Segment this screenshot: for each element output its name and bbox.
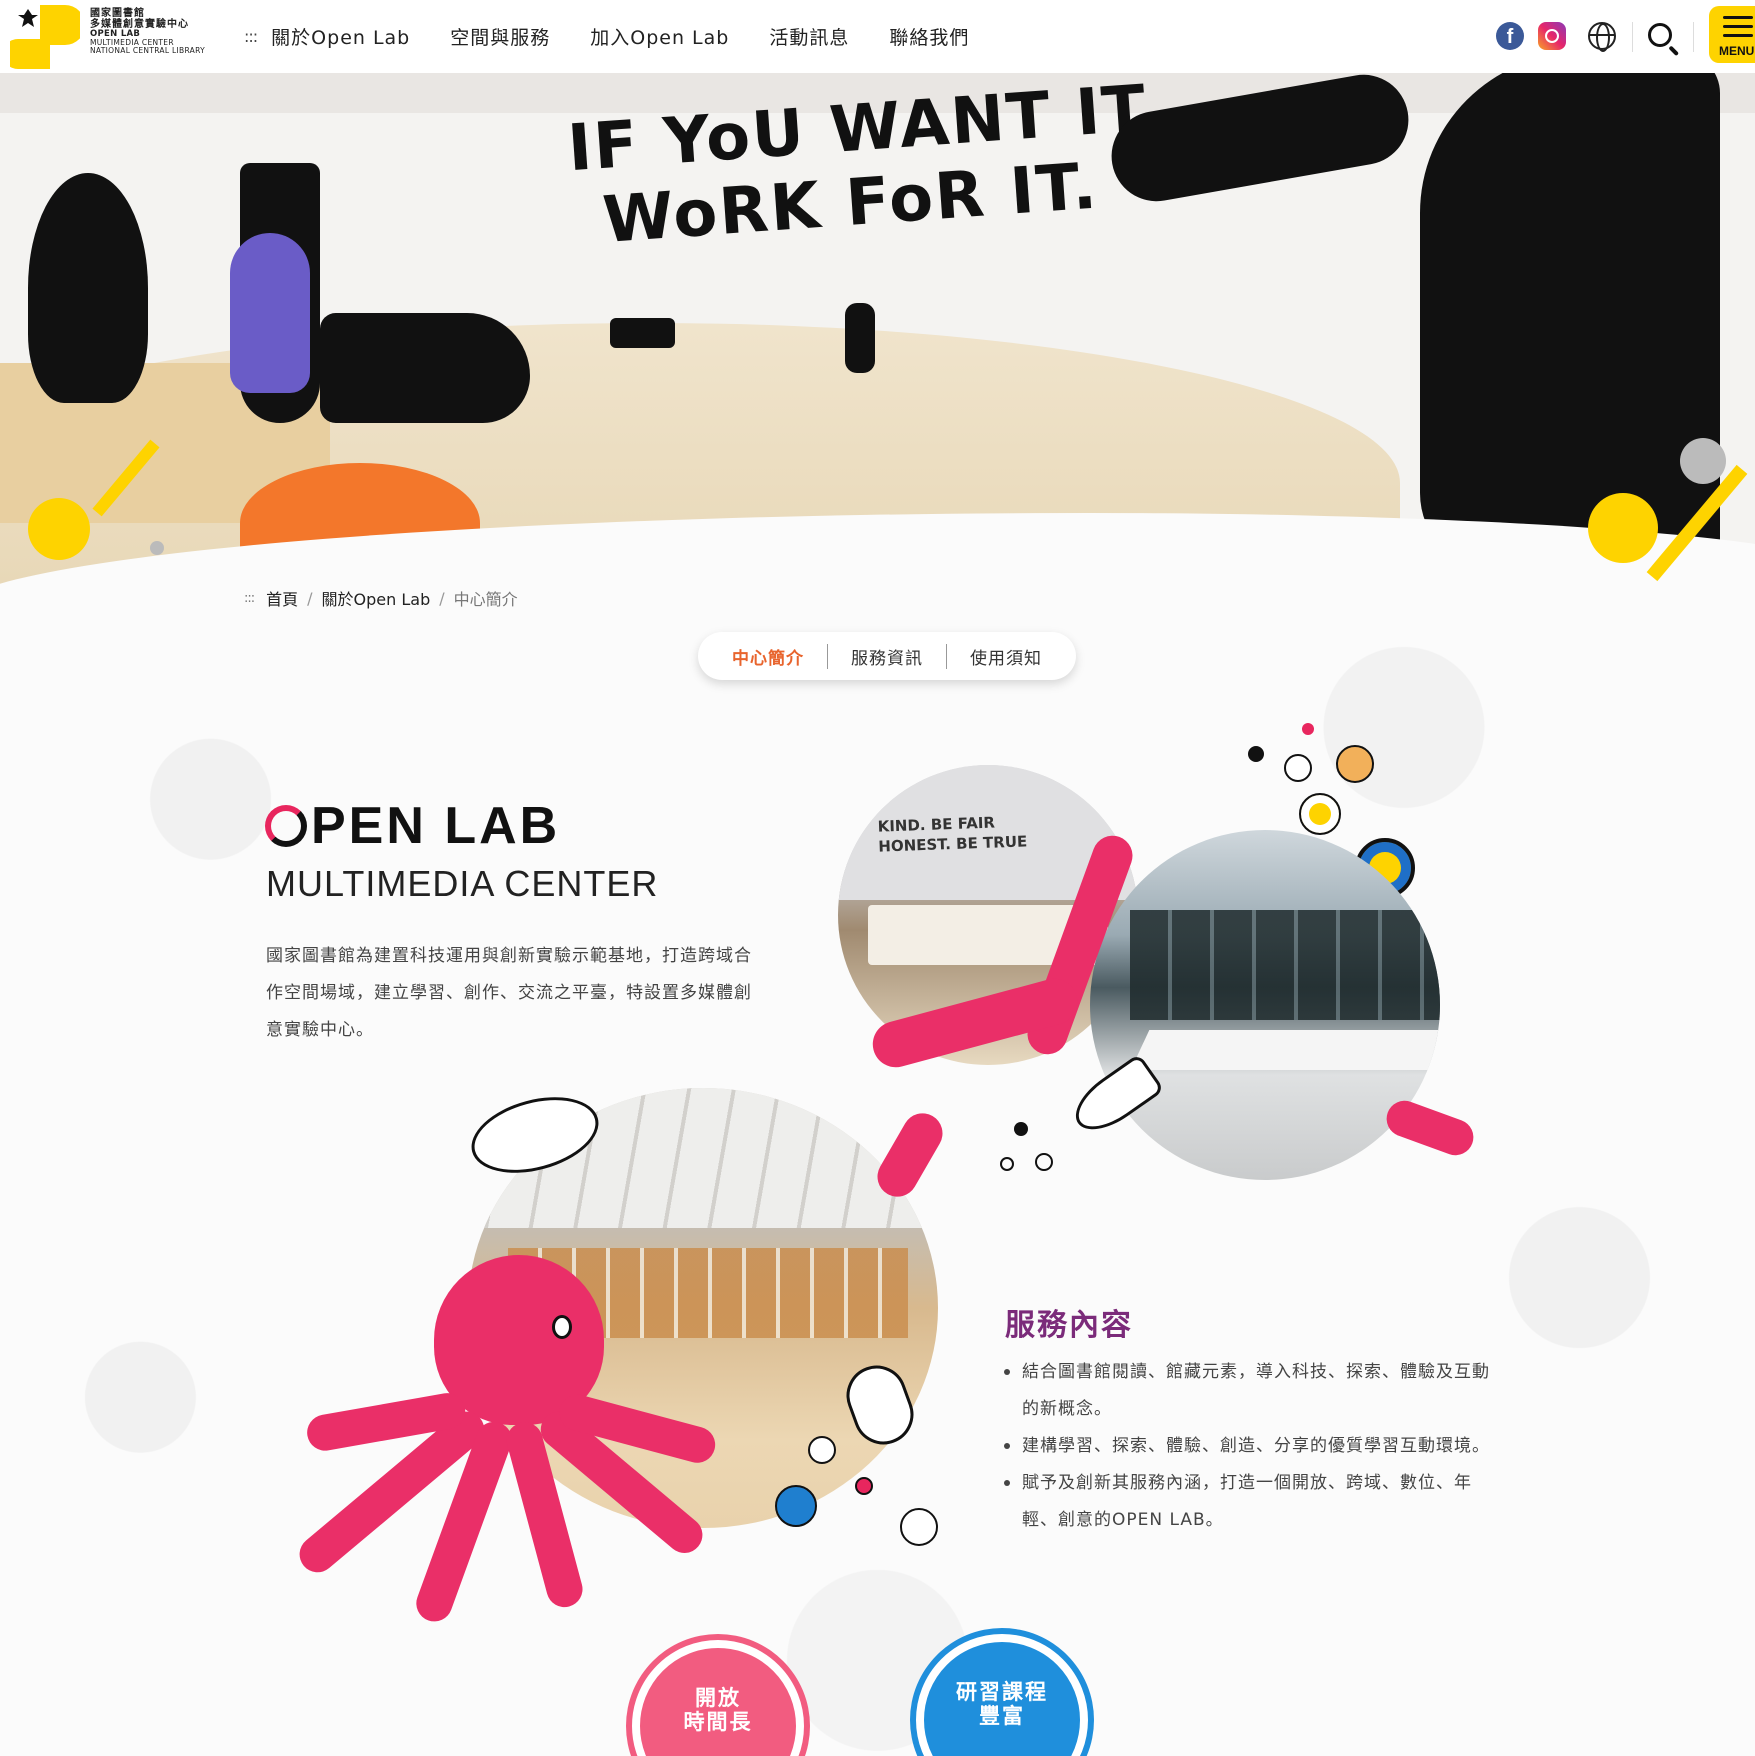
services-heading: 服務內容 (1005, 1300, 1133, 1344)
badge-line1: 研習課程 (956, 1680, 1048, 1704)
breadcrumb: ::: 首頁 / 關於Open Lab / 中心簡介 (244, 586, 518, 610)
lab-photo-meeting-room (1090, 830, 1440, 1180)
tab-service-info[interactable]: 服務資訊 (827, 643, 946, 669)
decor-dot (1035, 1153, 1053, 1171)
logo-en-line3: NATIONAL CENTRAL LIBRARY (90, 45, 206, 55)
logo-mark-icon (10, 5, 80, 69)
service-item: 賦予及創新其服務內涵，打造一個開放、跨域、數位、年輕、創意的OPEN LAB。 (1004, 1465, 1502, 1539)
breadcrumb-about[interactable]: 關於Open Lab (322, 586, 431, 610)
photo-wall-lettering: KIND. BE FAIR HONEST. BE TRUE (877, 813, 1028, 856)
menu-button[interactable]: MENU (1709, 6, 1755, 63)
site-header: 國家圖書館 多媒體創意實驗中心 OPEN LAB MULTIMEDIA CENT… (0, 0, 1755, 73)
decor-yellow-dot (28, 498, 90, 560)
decor-dot (775, 1485, 817, 1527)
decor-dot (1284, 754, 1312, 782)
mural-bear-shape (28, 173, 148, 403)
breadcrumb-home[interactable]: 首頁 (266, 586, 298, 610)
badge-line2: 時間長 (683, 1710, 753, 1735)
sub-tabs: 中心簡介 服務資訊 使用須知 (698, 632, 1076, 680)
hero-banner: IF YoU WANT IT WoRK FoR IT. (0, 73, 1755, 593)
decor-grey-dot (1680, 438, 1726, 484)
decor-dot (1000, 1157, 1014, 1171)
intro-paragraph: 國家圖書館為建置科技運用與創新實驗示範基地，打造跨域合作空間場域，建立學習、創作… (266, 946, 752, 1040)
header-divider (1632, 22, 1633, 52)
nav-item-events[interactable]: 活動訊息 (769, 23, 849, 50)
badge-line2: 豐富 (979, 1704, 1025, 1729)
badge-text: 研習課程 豐富 (924, 1680, 1080, 1728)
tab-usage-notes[interactable]: 使用須知 (946, 643, 1065, 669)
decor-dot (808, 1436, 836, 1464)
mural-face-shape (1420, 73, 1720, 573)
decor-yellow-dot (1588, 493, 1658, 563)
openlab-heading: PEN LAB (265, 796, 560, 856)
facebook-icon[interactable]: f (1496, 22, 1524, 50)
instagram-icon[interactable] (1538, 22, 1566, 50)
mural-foot-shape (320, 313, 530, 423)
hamburger-icon (1723, 16, 1753, 19)
hero-figure (230, 233, 310, 393)
nav-item-spaces[interactable]: 空間與服務 (450, 23, 550, 50)
tab-center-intro[interactable]: 中心簡介 (709, 644, 827, 669)
decor-dot (1336, 745, 1374, 783)
services-list: 結合圖書館閱讀、館藏元素，導入科技、探索、體驗及互動的新概念。 建構學習、探索、… (1004, 1354, 1502, 1539)
nav-item-about[interactable]: 關於Open Lab (271, 23, 410, 50)
breadcrumb-separator: / (439, 588, 445, 608)
mural-creature-shape (845, 303, 875, 373)
nav-item-join[interactable]: 加入Open Lab (590, 23, 729, 50)
decor-dot (1248, 746, 1264, 762)
octopus-eye (552, 1315, 572, 1339)
badge-line1: 開放 (695, 1686, 741, 1710)
logo-zh-line1: 國家圖書館 (90, 8, 145, 19)
search-icon[interactable] (1648, 23, 1672, 47)
decor-dot (900, 1508, 938, 1546)
photo-glass-wall (1130, 910, 1440, 1020)
decor-dot (1299, 793, 1341, 835)
openlab-o-ring-icon (265, 805, 307, 847)
badge-text: 開放 時間長 (640, 1686, 796, 1734)
mural-car-shape (610, 318, 675, 348)
decor-dot (1302, 723, 1314, 735)
decor-grey-dot (150, 541, 164, 555)
nav-accesskey[interactable]: ::: (244, 27, 258, 46)
decor-dot (855, 1477, 873, 1495)
logo-text: 國家圖書館 多媒體創意實驗中心 OPEN LAB MULTIMEDIA CENT… (90, 8, 206, 55)
multimedia-subtitle: MULTIMEDIA CENTER (266, 863, 659, 904)
globe-icon[interactable] (1588, 22, 1616, 52)
hamburger-icon (1723, 34, 1753, 37)
decor-dot (1014, 1122, 1028, 1136)
openlab-heading-text: PEN LAB (311, 797, 561, 855)
hamburger-icon (1723, 25, 1753, 28)
service-item: 建構學習、探索、體驗、創造、分享的優質學習互動環境。 (1004, 1428, 1502, 1465)
nav-item-contact[interactable]: 聯絡我們 (889, 23, 969, 50)
breadcrumb-current: 中心簡介 (453, 590, 518, 609)
main-nav: ::: 關於Open Lab 空間與服務 加入Open Lab 活動訊息 聯絡我… (244, 0, 1009, 73)
menu-label: MENU (1719, 44, 1755, 58)
header-divider (1693, 22, 1694, 52)
photo-table (1130, 1030, 1440, 1070)
service-item: 結合圖書館閱讀、館藏元素，導入科技、探索、體驗及互動的新概念。 (1004, 1354, 1502, 1428)
site-logo[interactable]: 國家圖書館 多媒體創意實驗中心 OPEN LAB MULTIMEDIA CENT… (10, 5, 210, 69)
breadcrumb-accesskey[interactable]: ::: (244, 591, 255, 606)
breadcrumb-separator: / (307, 588, 313, 608)
